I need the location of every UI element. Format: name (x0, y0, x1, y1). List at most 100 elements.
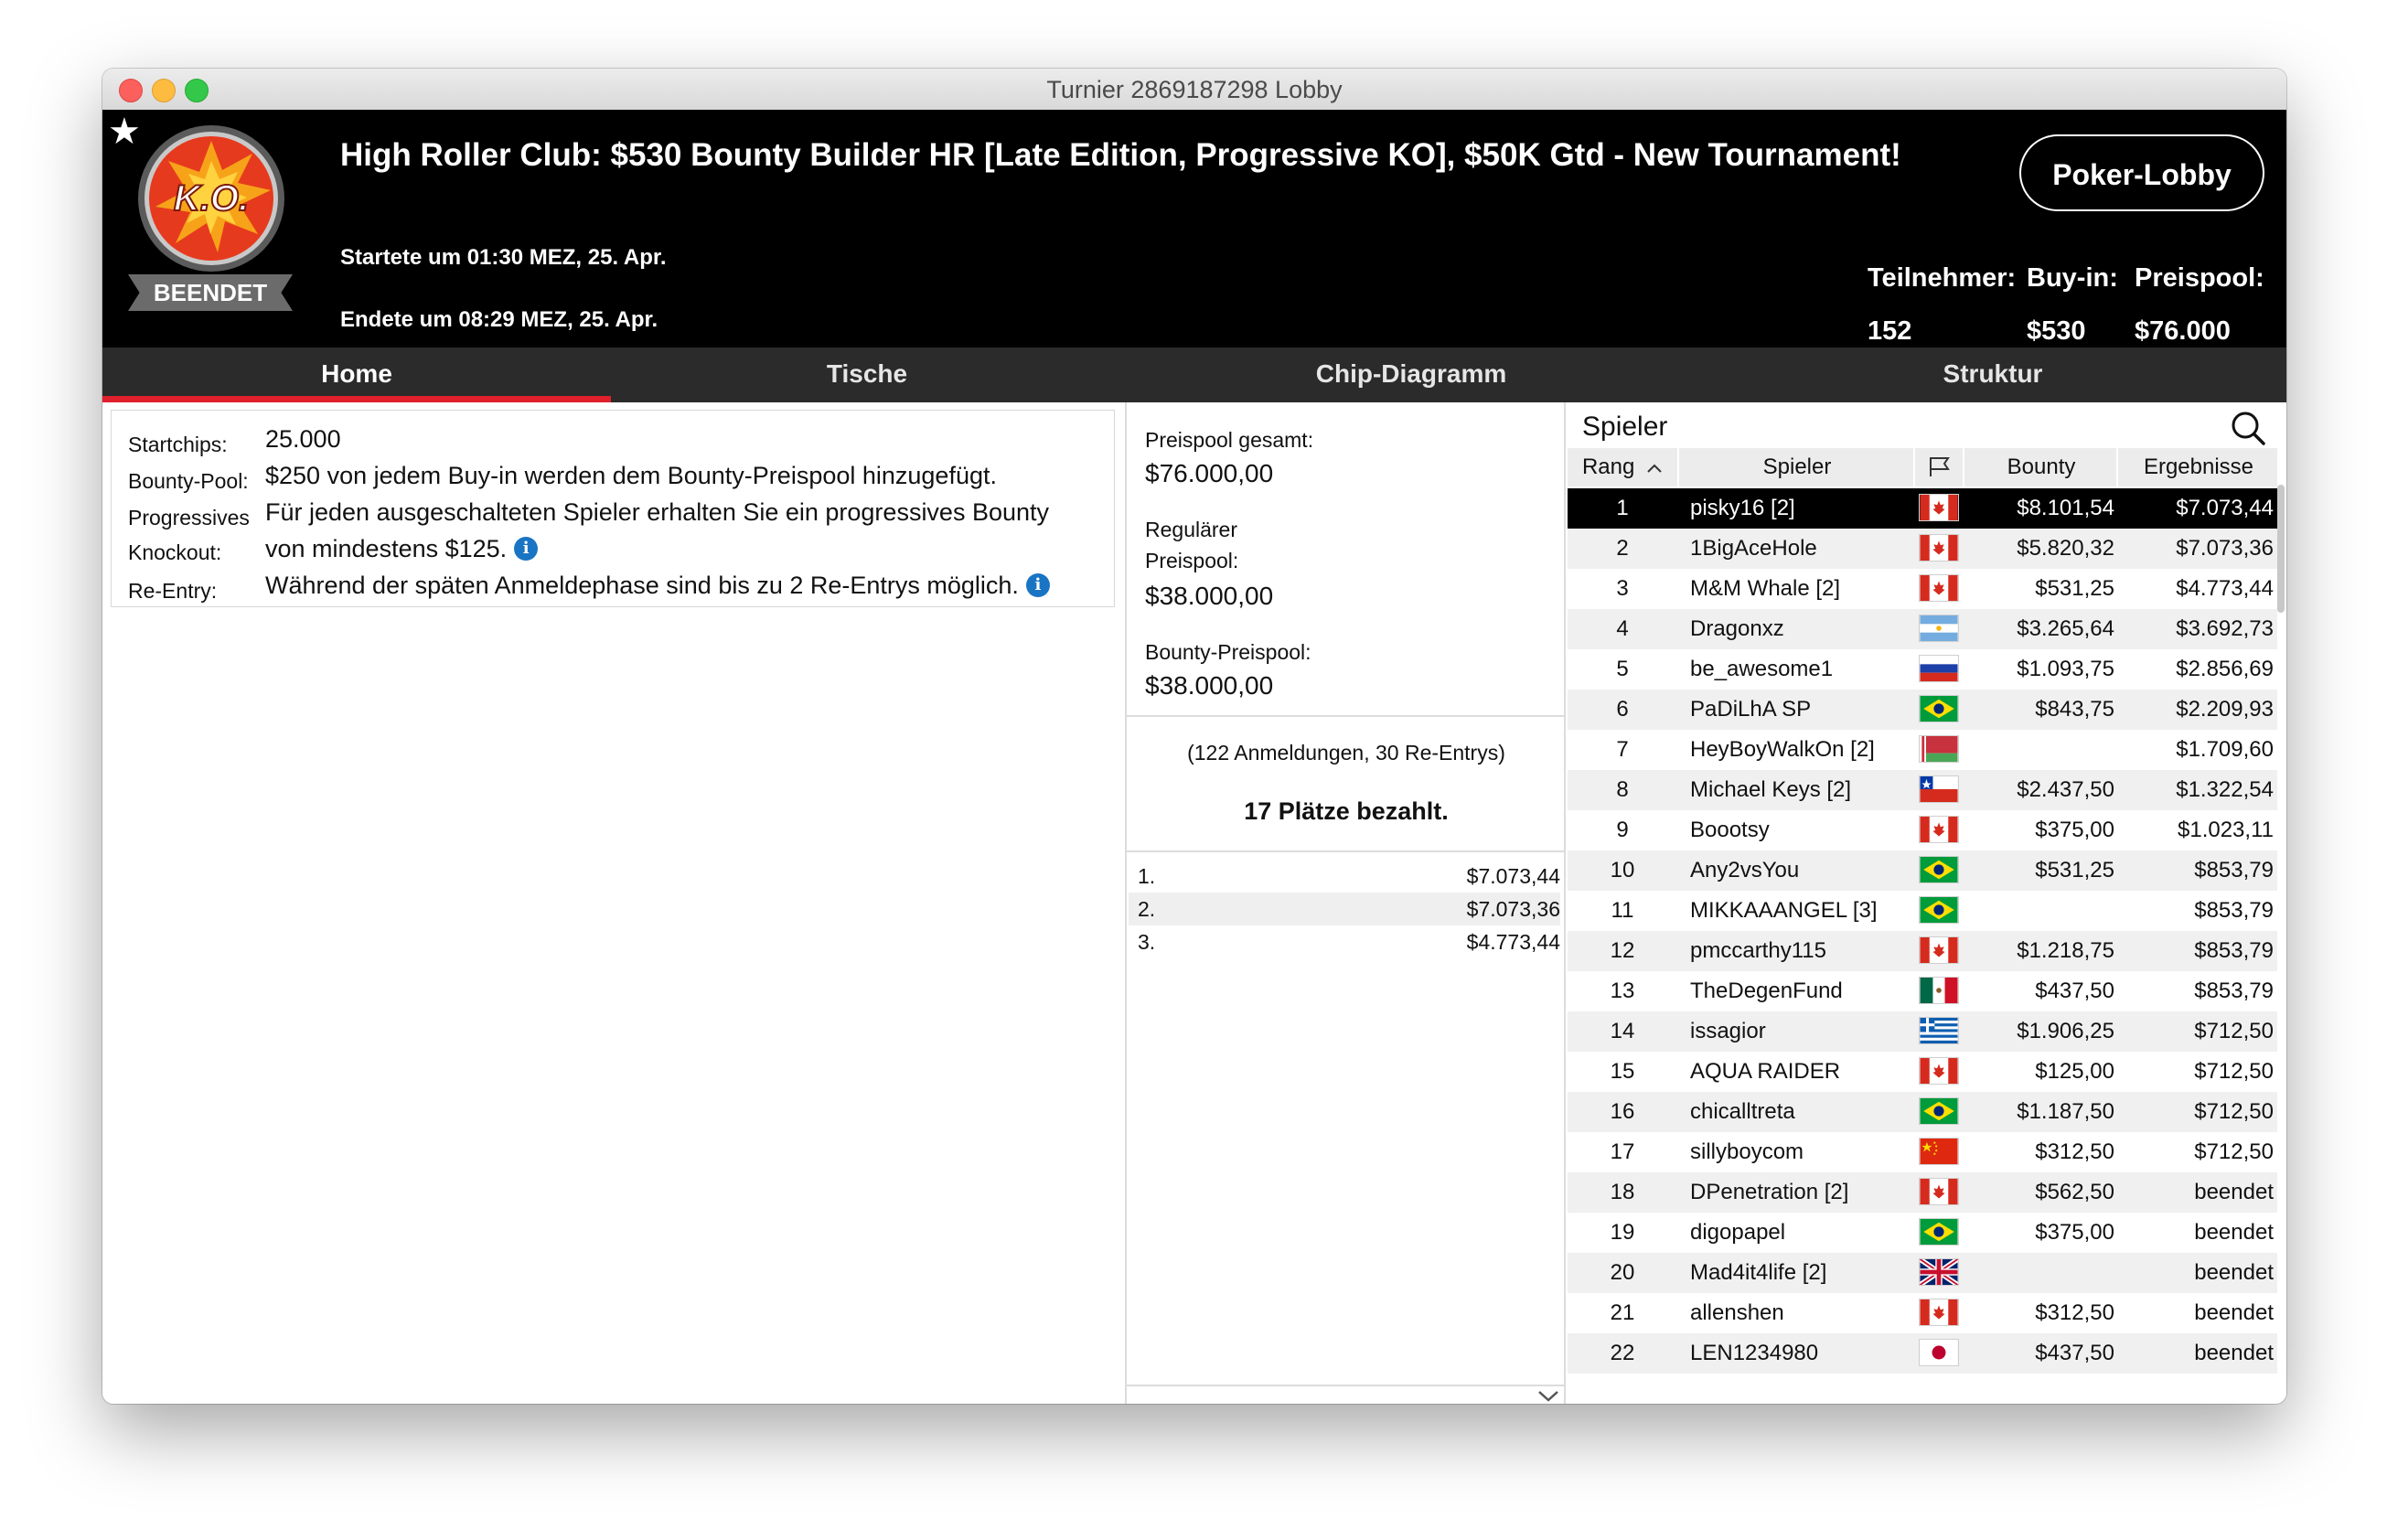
player-bounty: $5.820,32 (2017, 536, 2114, 561)
player-row[interactable]: 2 1BigAceHole $5.820,32 $7.073,36 (1568, 529, 2277, 569)
column-results[interactable]: Ergebnisse (2116, 448, 2279, 487)
player-row[interactable]: 21 allenshen $312,50 beendet (1568, 1293, 2277, 1333)
player-row[interactable]: 9 Boootsy $375,00 $1.023,11 (1568, 810, 2277, 850)
participants-label: Teilnehmer: (1868, 263, 2017, 293)
info-icon[interactable]: i (1025, 573, 1050, 597)
player-name: Michael Keys [2] (1690, 777, 1852, 802)
player-row[interactable]: 22 LEN1234980 $437,50 beendet (1568, 1333, 2277, 1374)
player-row[interactable]: 8 Michael Keys [2] $2.437,50 $1.322,54 (1568, 770, 2277, 810)
player-bounty: $437,50 (2035, 979, 2114, 1003)
player-rank: 21 (1610, 1300, 1635, 1325)
player-name: issagior (1690, 1019, 1766, 1043)
players-table-body: 1 pisky16 [2] $8.101,54 $7.073,44 2 1BigAceHo… (1568, 488, 2277, 1403)
tab-home[interactable]: Home (102, 348, 611, 402)
progressive-label: Progressives (128, 506, 250, 529)
payout-position: 3. (1138, 930, 1156, 954)
player-row[interactable]: 15 AQUA RAIDER $125,00 $712,50 (1568, 1052, 2277, 1092)
player-row[interactable]: 10 Any2vsYou $531,25 $853,79 (1568, 850, 2277, 891)
column-rank[interactable]: Rang (1568, 448, 1677, 487)
poker-lobby-button[interactable]: Poker-Lobby (2019, 134, 2264, 211)
country-flag-icon (1918, 1257, 1960, 1288)
player-bounty: $125,00 (2035, 1059, 2114, 1084)
chevron-down-icon[interactable] (1536, 1390, 1560, 1403)
player-result: beendet (2194, 1341, 2274, 1365)
player-row[interactable]: 4 Dragonxz $3.265,64 $3.692,73 (1568, 609, 2277, 649)
players-scrollbar[interactable] (2277, 485, 2285, 613)
payout-amount: $4.773,44 (1466, 930, 1560, 954)
player-rank: 10 (1610, 858, 1635, 882)
country-flag-icon (1919, 735, 1959, 763)
player-bounty: $1.218,75 (2017, 938, 2114, 963)
startchips-label: Startchips: (128, 433, 228, 456)
player-result: $7.073,36 (2176, 536, 2274, 561)
player-name: allenshen (1690, 1300, 1784, 1325)
tab-structure[interactable]: Struktur (1699, 348, 2286, 402)
regular-prizepool-value: $38.000,00 (1145, 582, 1274, 610)
player-row[interactable]: 3 M&M Whale [2] $531,25 $4.773,44 (1568, 569, 2277, 609)
search-icon[interactable] (2230, 410, 2266, 446)
player-row[interactable]: 20 Mad4it4life [2] beendet (1568, 1253, 2277, 1293)
player-result: $2.209,93 (2176, 697, 2274, 722)
payout-row: 2. $7.073,36 (1129, 893, 1560, 925)
player-bounty: $312,50 (2035, 1300, 2114, 1325)
end-time: Endete um 08:29 MEZ, 25. Apr. (340, 307, 658, 332)
progressive-value-line2: von mindestens $125. i (265, 535, 539, 563)
player-name: MIKKAAANGEL [3] (1690, 898, 1878, 923)
player-row[interactable]: 19 digopapel $375,00 beendet (1568, 1213, 2277, 1253)
player-result: $1.023,11 (2178, 818, 2274, 842)
status-badge: BEENDET (128, 274, 293, 311)
country-flag-icon (1919, 1299, 1959, 1326)
player-row[interactable]: 1 pisky16 [2] $8.101,54 $7.073,44 (1568, 488, 2277, 529)
player-row[interactable]: 5 be_awesome1 $1.093,75 $2.856,69 (1568, 649, 2277, 690)
player-result: $1.322,54 (2176, 777, 2274, 802)
player-row[interactable]: 18 DPenetration [2] $562,50 beendet (1568, 1172, 2277, 1213)
country-flag-icon (1919, 775, 1959, 803)
player-result: beendet (2194, 1220, 2274, 1245)
player-bounty: $375,00 (2035, 818, 2114, 842)
player-result: $712,50 (2194, 1059, 2274, 1084)
column-player[interactable]: Spieler (1677, 448, 1915, 487)
player-row[interactable]: 13 TheDegenFund $437,50 $853,79 (1568, 971, 2277, 1011)
player-name: pisky16 [2] (1690, 496, 1795, 520)
player-name: chicalltreta (1690, 1099, 1795, 1124)
player-name: 1BigAceHole (1690, 536, 1817, 561)
player-row[interactable]: 16 chicalltreta $1.187,50 $712,50 (1568, 1092, 2277, 1132)
reentry-value: Während der späten Anmeldephase sind bis… (265, 572, 1019, 599)
tab-tables[interactable]: Tische (611, 348, 1123, 402)
regular-prizepool-label-2: Preispool: (1145, 549, 1239, 572)
player-row[interactable]: 11 MIKKAAANGEL [3] $853,79 (1568, 891, 2277, 931)
player-row[interactable]: 12 pmccarthy115 $1.218,75 $853,79 (1568, 931, 2277, 971)
player-row[interactable]: 6 PaDiLhA SP $843,75 $2.209,93 (1568, 690, 2277, 730)
player-result: $7.073,44 (2176, 496, 2274, 520)
country-flag-icon (1919, 896, 1959, 924)
player-row[interactable]: 14 issagior $1.906,25 $712,50 (1568, 1011, 2277, 1052)
country-flag-icon (1919, 1097, 1959, 1125)
player-rank: 9 (1616, 818, 1629, 842)
divider (1127, 850, 1566, 852)
knockout-label: Knockout: (128, 540, 222, 564)
column-bounty[interactable]: Bounty (1963, 448, 2118, 487)
country-flag-icon (1919, 1178, 1959, 1205)
total-prizepool-value: $76.000,00 (1145, 459, 1274, 487)
player-row[interactable]: 7 HeyBoyWalkOn [2] $1.709,60 (1568, 730, 2277, 770)
buyin-value: $530 (2027, 316, 2086, 346)
prizepool-value: $76.000 (2135, 316, 2231, 346)
country-flag-icon (1919, 1057, 1959, 1085)
player-bounty: $531,25 (2035, 576, 2114, 601)
country-flag-icon (1919, 494, 1959, 521)
reentry-value-line: Während der späten Anmeldephase sind bis… (265, 572, 1050, 600)
info-icon[interactable]: i (514, 537, 539, 561)
player-rank: 19 (1610, 1220, 1635, 1245)
payout-position: 1. (1138, 864, 1156, 888)
player-row[interactable]: 17 sillyboycom $312,50 $712,50 (1568, 1132, 2277, 1172)
window-title: Turnier 2869187298 Lobby (1046, 76, 1343, 103)
column-flag[interactable] (1913, 448, 1964, 487)
tab-chip-chart[interactable]: Chip-Diagramm (1123, 348, 1699, 402)
player-result: $853,79 (2194, 898, 2274, 923)
player-bounty: $437,50 (2035, 1341, 2114, 1365)
player-name: Dragonxz (1690, 616, 1784, 641)
ko-logo-icon: K.O. (138, 125, 284, 272)
player-name: Boootsy (1690, 818, 1770, 842)
player-bounty: $562,50 (2035, 1180, 2114, 1204)
player-name: be_awesome1 (1690, 657, 1834, 681)
